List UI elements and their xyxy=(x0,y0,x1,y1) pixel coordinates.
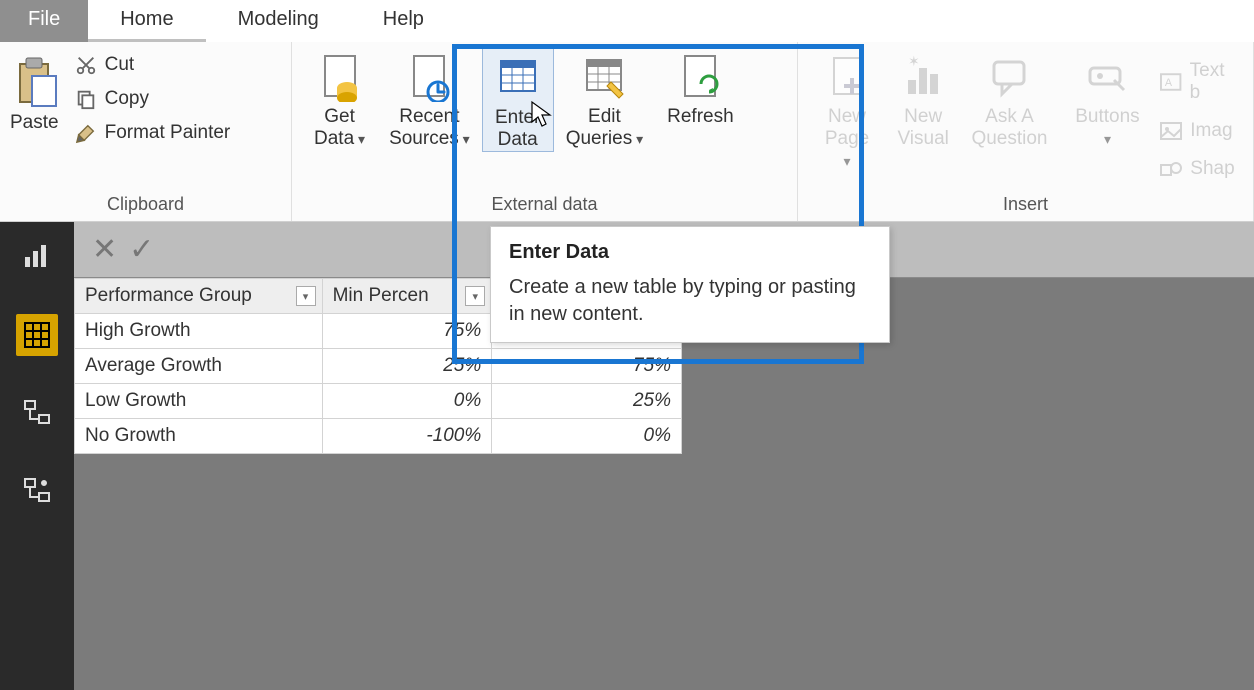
ask-a-question-label: Ask A Question xyxy=(971,106,1047,150)
refresh-label: Refresh xyxy=(667,106,734,128)
brush-icon xyxy=(75,122,97,144)
cell-name[interactable]: High Growth xyxy=(75,314,323,349)
ask-a-question-button[interactable]: Ask A Question xyxy=(960,48,1058,150)
menu-spacer xyxy=(456,0,1254,42)
svg-text:✶: ✶ xyxy=(908,54,920,69)
report-view-icon xyxy=(23,243,51,271)
ribbon-group-external-data: Get Data Recent Sources Enter Data Edit … xyxy=(292,42,798,221)
cell-max[interactable]: 75% xyxy=(492,349,682,384)
get-data-button[interactable]: Get Data xyxy=(302,48,377,150)
table-row[interactable]: No Growth -100% 0% xyxy=(75,419,682,454)
tab-home[interactable]: Home xyxy=(88,0,205,42)
bar-chart-icon: ✶ xyxy=(902,54,944,102)
refresh-icon xyxy=(679,54,721,102)
tooltip-desc: Create a new table by typing or pasting … xyxy=(509,274,871,328)
recent-sources-label: Recent Sources xyxy=(389,106,470,150)
refresh-button[interactable]: Refresh xyxy=(655,48,746,128)
rail-report-view[interactable] xyxy=(16,236,58,278)
new-visual-label: New Visual xyxy=(897,106,948,150)
new-page-icon xyxy=(826,54,868,102)
new-page-button[interactable]: New Page xyxy=(808,48,886,172)
column-header-min-percent[interactable]: Min Percen ▾ xyxy=(322,279,492,314)
edit-queries-button[interactable]: Edit Queries xyxy=(554,48,655,150)
image-label: Imag xyxy=(1190,120,1232,142)
paste-icon xyxy=(10,54,58,108)
model-view-icon xyxy=(23,399,51,427)
cut-button[interactable]: Cut xyxy=(71,48,235,82)
text-box-icon: A xyxy=(1160,73,1181,91)
ribbon-group-clipboard: Paste Cut Copy Format Painter Clipboard xyxy=(0,42,292,221)
shapes-icon xyxy=(1160,160,1182,178)
recent-sources-button[interactable]: Recent Sources xyxy=(377,48,482,150)
filter-dropdown-icon[interactable]: ▾ xyxy=(296,286,316,306)
image-button[interactable]: Imag xyxy=(1156,114,1243,148)
group-label-insert: Insert xyxy=(808,190,1243,219)
tab-help[interactable]: Help xyxy=(351,0,456,42)
svg-text:A: A xyxy=(1165,77,1173,89)
rail-relationship-view[interactable] xyxy=(16,470,58,512)
image-icon xyxy=(1160,122,1182,140)
group-label-external-data: External data xyxy=(302,190,787,219)
copy-icon xyxy=(75,88,97,110)
ribbon: Paste Cut Copy Format Painter Clipboard xyxy=(0,42,1254,222)
cell-min[interactable]: 25% xyxy=(322,349,492,384)
table-row[interactable]: Low Growth 0% 25% xyxy=(75,384,682,419)
column-header-performance-group[interactable]: Performance Group ▾ xyxy=(75,279,323,314)
nav-rail xyxy=(0,222,74,690)
buttons-button[interactable]: Buttons xyxy=(1059,48,1157,150)
scissors-icon xyxy=(75,54,97,76)
shapes-label: Shap xyxy=(1190,158,1234,180)
cell-name[interactable]: Average Growth xyxy=(75,349,323,384)
mouse-cursor-icon xyxy=(530,100,554,130)
edit-queries-label: Edit Queries xyxy=(566,106,643,150)
paste-button[interactable]: Paste xyxy=(10,48,59,134)
buttons-label: Buttons xyxy=(1071,106,1145,150)
new-visual-button[interactable]: ✶ New Visual xyxy=(886,48,960,150)
menu-bar: File Home Modeling Help xyxy=(0,0,1254,42)
button-icon xyxy=(1086,54,1128,102)
format-painter-button[interactable]: Format Painter xyxy=(71,116,235,150)
header-label: Min Percen xyxy=(333,285,429,306)
format-painter-label: Format Painter xyxy=(105,122,231,144)
rail-data-view[interactable] xyxy=(16,314,58,356)
commit-formula-icon[interactable]: ✓ xyxy=(129,232,154,267)
filter-dropdown-icon[interactable]: ▾ xyxy=(465,286,485,306)
cell-min[interactable]: 75% xyxy=(322,314,492,349)
tab-file[interactable]: File xyxy=(0,0,88,42)
cut-label: Cut xyxy=(105,54,135,76)
cell-max[interactable]: 0% xyxy=(492,419,682,454)
cell-min[interactable]: 0% xyxy=(322,384,492,419)
rail-model-view[interactable] xyxy=(16,392,58,434)
table-row[interactable]: Average Growth 25% 75% xyxy=(75,349,682,384)
text-box-label: Text b xyxy=(1190,60,1239,104)
speech-bubble-icon xyxy=(988,54,1030,102)
cell-max[interactable]: 25% xyxy=(492,384,682,419)
new-page-label: New Page xyxy=(820,106,874,172)
header-label: Performance Group xyxy=(85,285,252,306)
enter-data-tooltip: Enter Data Create a new table by typing … xyxy=(490,226,890,343)
data-view-icon xyxy=(23,321,51,349)
cancel-formula-icon[interactable]: ✕ xyxy=(92,232,117,267)
ribbon-group-insert: New Page ✶ New Visual Ask A Question But… xyxy=(798,42,1254,221)
relationship-view-icon xyxy=(23,477,51,505)
text-box-button[interactable]: A Text b xyxy=(1156,54,1243,110)
paste-label: Paste xyxy=(10,112,59,134)
shapes-button[interactable]: Shap xyxy=(1156,152,1243,186)
copy-button[interactable]: Copy xyxy=(71,82,235,116)
tooltip-title: Enter Data xyxy=(509,241,871,264)
tab-modeling[interactable]: Modeling xyxy=(206,0,351,42)
get-data-label: Get Data xyxy=(314,106,365,150)
cell-min[interactable]: -100% xyxy=(322,419,492,454)
get-data-icon xyxy=(319,54,361,102)
enter-data-icon xyxy=(497,55,539,103)
copy-label: Copy xyxy=(105,88,149,110)
group-label-clipboard: Clipboard xyxy=(10,190,281,219)
cell-name[interactable]: No Growth xyxy=(75,419,323,454)
cell-name[interactable]: Low Growth xyxy=(75,384,323,419)
recent-sources-icon xyxy=(408,54,450,102)
edit-queries-icon xyxy=(583,54,625,102)
